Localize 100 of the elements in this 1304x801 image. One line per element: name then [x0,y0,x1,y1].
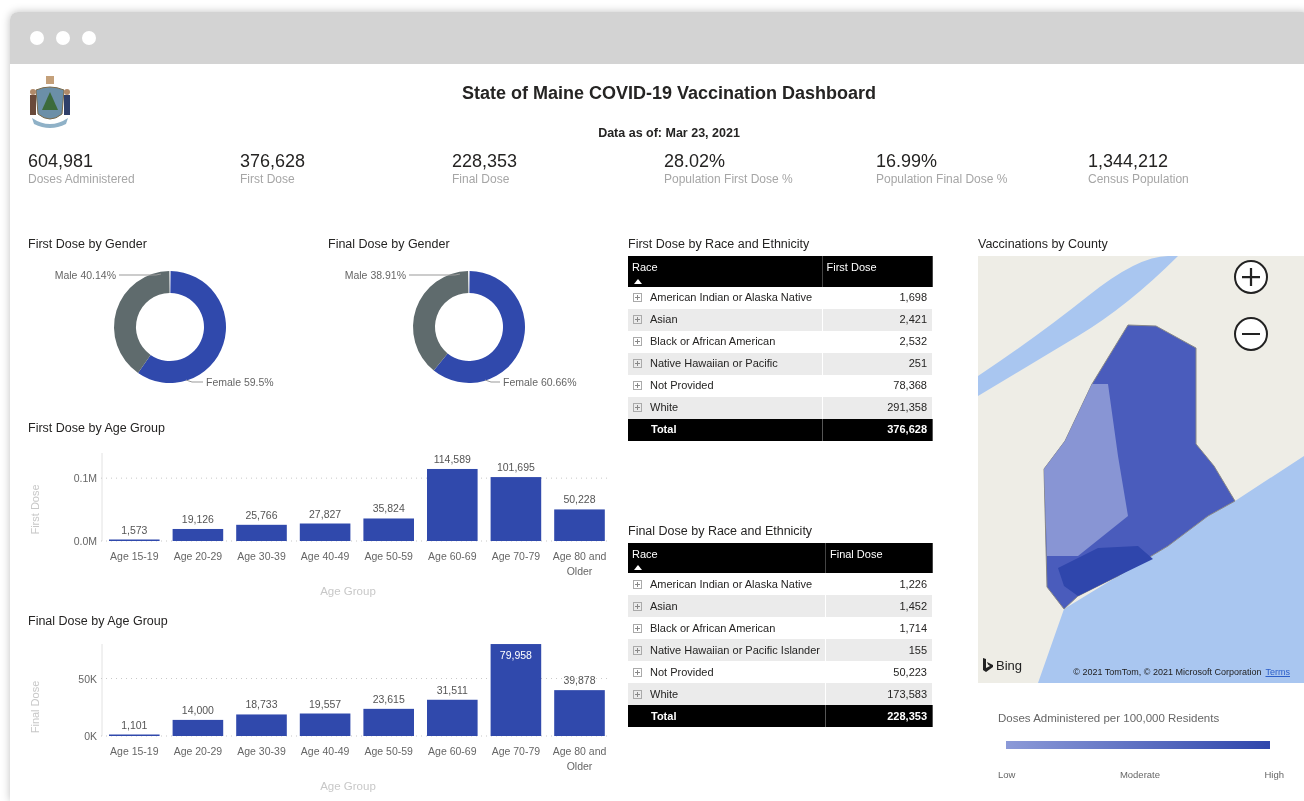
expand-icon[interactable] [633,579,642,589]
sort-ascending-icon[interactable] [634,565,642,570]
category-label: Age 50-59 [364,550,413,562]
map-attribution: © 2021 TomTom, © 2021 Microsoft Corporation [1073,665,1262,679]
expand-icon[interactable] [633,623,642,633]
table-cell: 251 [822,352,933,375]
table-cell-text: Black or African American [650,620,776,636]
expand-icon[interactable] [633,689,642,699]
bar [363,518,414,541]
expand-icon[interactable] [633,403,642,412]
kpi-value: 228,353 [452,150,519,172]
bar-value-label: 79,958 [499,649,532,662]
expand-icon[interactable] [633,645,642,655]
terms-link[interactable]: Terms [1265,665,1290,679]
table-cell-text: Black or African American [650,334,776,350]
slice-label: Female 60.66% [503,376,577,388]
window-controls-icon [30,31,96,45]
expand-icon[interactable] [633,667,642,677]
bar [299,713,351,736]
column-header[interactable]: Final Dose [825,542,933,573]
axis-tick-label: 0.1M [73,472,97,485]
category-label: Age 60-69 [428,550,477,562]
bar-value-label: 25,766 [245,508,278,521]
axis-tick-label: 0.0M [73,535,97,547]
expand-icon[interactable] [633,359,642,368]
table-cell-text: American Indian or Alaska Native [650,290,813,306]
bar [299,523,351,541]
table-cell: 155 [825,639,933,661]
legend-label: Low [998,768,1016,783]
kpi-value: 1,344,212 [1088,150,1170,172]
bing-logo-icon [983,658,993,673]
category-label: Age 40-49 [300,550,350,562]
category-label: Age 50-59 [364,745,413,757]
kpi-label: Census Population [1088,172,1190,187]
kpi-value: 376,628 [240,150,307,172]
table-cell: 173,583 [825,683,933,705]
bar-value-label: 114,589 [433,452,471,465]
expand-icon[interactable] [633,315,642,324]
bar-value-label: 101,695 [496,461,535,474]
expand-icon[interactable] [633,293,642,302]
chart-title: Final Dose by Gender [328,236,451,252]
total-label: Total [651,423,677,436]
data-date: Data as of: Mar 23, 2021 [597,125,741,142]
table-cell: 78,368 [822,374,933,397]
kpi-value: 28.02% [664,150,727,172]
bar-value-label: 19,557 [309,697,342,710]
category-label: Age 15-19 [110,745,159,757]
table-cell-text: Native Hawaiian or Pacific [650,356,778,372]
bar [554,509,605,541]
bar-value-label: 27,827 [309,507,342,520]
category-label: Age 20-29 [173,745,223,757]
column-header[interactable]: Race [628,542,826,573]
expand-icon[interactable] [633,381,642,390]
map-title: Vaccinations by County [978,236,1109,252]
slice-label: Male 40.14% [54,269,116,281]
leader-line [408,273,461,276]
zoom-in-icon [1242,268,1260,286]
kpi-label: Final Dose [452,172,511,187]
table-cell: 1,698 [822,286,933,309]
expand-icon[interactable] [633,601,642,611]
table-title: First Dose by Race and Ethnicity [628,236,811,252]
leader-line [484,379,501,383]
kpi-label: Population Final Dose % [876,172,1009,187]
category-label: Age 80 and Older [552,745,607,772]
category-label: Age 60-69 [428,745,477,757]
expand-icon[interactable] [633,337,642,346]
bar-value-label: 23,615 [372,692,405,705]
dashboard-title: State of Maine COVID-19 Vaccination Dashboard [460,82,878,105]
chart-title: First Dose by Gender [28,236,148,252]
seal-emblem-icon [28,74,72,130]
bar-value-label: 50,228 [563,493,596,506]
total-label: Total [651,709,677,722]
bar [427,699,478,736]
table-cell-text: Not Provided [650,664,714,680]
category-label: Age 15-19 [110,550,159,562]
legend-label: High [1264,768,1284,783]
county-map-drawing[interactable] [978,256,1304,683]
leader-line [185,379,204,383]
bar [236,714,287,736]
sort-ascending-icon[interactable] [634,278,642,284]
table-cell-text: American Indian or Alaska Native [650,576,813,592]
legend-title: Doses Administered per 100,000 Residents [998,711,1221,726]
column-header[interactable]: Race [628,256,822,287]
kpi-value: 604,981 [28,150,95,172]
bar-value-label: 31,511 [436,683,468,696]
bar [363,708,414,736]
table-cell: 2,421 [822,308,933,331]
category-label: Age 70-79 [491,745,541,757]
kpi-label: Population First Dose % [664,172,794,187]
bar [172,529,224,541]
map-provider-label: Bing [996,656,1023,675]
table-title: Final Dose by Race and Ethnicity [628,522,814,539]
table-cell: 291,358 [822,396,933,419]
table-cell: 2,532 [822,330,933,353]
column-header[interactable]: First Dose [822,256,933,287]
bar [172,719,224,736]
table-cell-text: White [650,686,679,702]
kpi-label: Doses Administered [28,172,136,187]
kpi-label: First Dose [240,172,296,187]
category-label: Age 40-49 [300,745,350,757]
